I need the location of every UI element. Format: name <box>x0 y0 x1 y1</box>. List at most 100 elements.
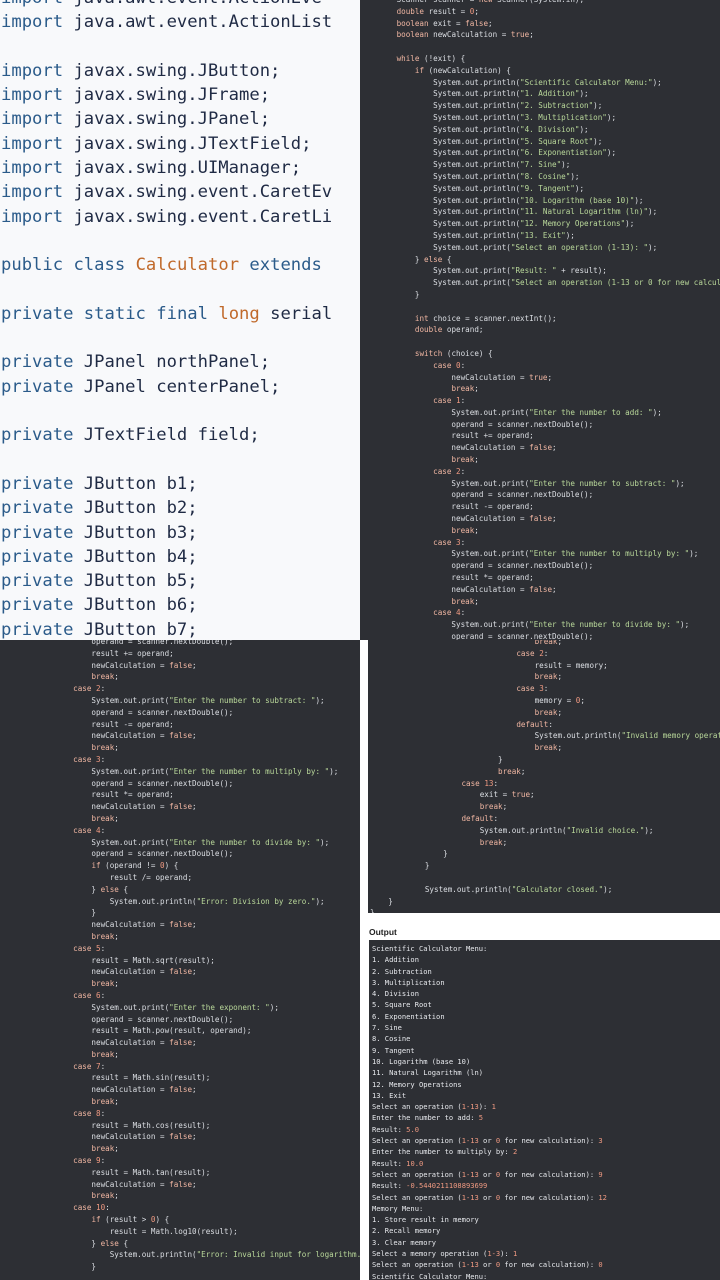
output-line: Result: 10.0 <box>372 1158 424 1168</box>
code-line: System.out.println("Calculator closed.")… <box>370 884 613 894</box>
code-line: } else { <box>0 884 129 894</box>
code-line: result /= operand; <box>0 872 193 882</box>
code-line: result *= operand; <box>360 573 534 583</box>
code-line: default: <box>516 719 553 729</box>
code-line: case 10: <box>73 1203 110 1213</box>
code-line: newCalculation = false; <box>0 920 197 930</box>
code-line: break; <box>91 979 119 989</box>
code-line: import javax.swing.JTextField; <box>1 133 312 154</box>
output-line: 7. Sine <box>372 1023 402 1033</box>
code-line: break; <box>91 1097 119 1107</box>
code-line: result = Math.sin(result); <box>0 1073 211 1083</box>
code-line: System.out.println("6. Exponentiation"); <box>360 148 617 158</box>
code-line: import javax.swing.JButton; <box>1 60 281 81</box>
code-line: System.out.println("Scientific Calculato… <box>360 77 662 87</box>
code-line: newCalculation = false; <box>0 1085 197 1095</box>
code-line: if (operand != 0) { <box>91 861 179 871</box>
code-block: break; case 2: result = memory; break; c… <box>368 640 720 913</box>
code-line: result -= operand; <box>360 502 534 512</box>
code-line: } <box>0 1262 97 1272</box>
code-line: System.out.print("Select an operation (1… <box>360 278 720 288</box>
code-line: result = memory; <box>370 660 608 670</box>
code-line: System.out.println("Invalid memory opera… <box>370 731 720 741</box>
code-line: newCalculation = false; <box>0 967 197 977</box>
code-line: double operand; <box>414 325 484 335</box>
code-line: break; <box>534 743 563 753</box>
code-line: private JButton b6; <box>1 595 198 616</box>
output-line: Select an operation (1-13 or 0 for new c… <box>372 1136 603 1146</box>
code-line: } <box>0 908 97 918</box>
code-line: result *= operand; <box>0 790 174 800</box>
code-line: operand = scanner.nextDouble(); <box>360 632 594 640</box>
output-line: 5. Square Root <box>372 1000 432 1010</box>
output-line: 10. Logarithm (base 10) <box>372 1056 471 1066</box>
code-line: System.out.println("5. Square Root"); <box>360 136 603 146</box>
code-line: } else { <box>0 1238 129 1248</box>
code-line: } else { <box>360 254 452 264</box>
code-line: System.out.print("Enter the number to ad… <box>360 407 662 417</box>
code-line: case 3: <box>433 537 466 547</box>
console-output-text: Scientific Calculator Menu: 1. Addition … <box>372 943 607 1280</box>
output-line: 2. Subtraction <box>372 966 432 976</box>
code-line: operand = scanner.nextDouble(); <box>360 561 594 571</box>
output-line: 8. Cosine <box>372 1034 411 1044</box>
code-line: System.out.println("Error: Invalid input… <box>0 1250 360 1260</box>
output-line: Select an operation (1-13): 1 <box>372 1102 496 1112</box>
code-line: System.out.print("Enter the exponent: ")… <box>0 1002 279 1012</box>
code-line: import javax.swing.JFrame; <box>1 85 271 106</box>
code-line: newCalculation = false; <box>0 1038 197 1048</box>
code-line: break; <box>91 813 119 823</box>
code-line: Scanner scanner = new Scanner(System.in)… <box>360 0 584 4</box>
code-line: operand = scanner.nextDouble(); <box>360 490 594 500</box>
code-line: System.out.print("Enter the number to su… <box>0 695 325 705</box>
code-line: case 0: <box>433 360 466 370</box>
output-line: Select an operation (1-13 or 0 for new c… <box>372 1260 603 1270</box>
output-line: 13. Exit <box>372 1090 407 1100</box>
code-line: private JTextField field; <box>1 425 260 446</box>
code-line: newCalculation = false; <box>0 1132 197 1142</box>
code-line: } <box>370 849 448 859</box>
output-line: Result: -0.5440211108893699 <box>372 1181 488 1191</box>
code-line: result = Math.log10(result); <box>0 1226 238 1236</box>
code-line: case 5: <box>73 943 106 953</box>
code-line: case 1: <box>433 396 466 406</box>
code-line: private JPanel centerPanel; <box>1 376 281 397</box>
code-line: result += operand; <box>360 431 534 441</box>
code-line: System.out.println("10. Logarithm (base … <box>360 195 644 205</box>
code-line: newCalculation = false; <box>0 802 197 812</box>
code-line: break; <box>91 672 119 682</box>
code-line: System.out.print("Enter the number to di… <box>0 837 330 847</box>
code-line: result = Math.pow(result, operand); <box>0 1026 252 1036</box>
code-line: case 9: <box>73 1156 106 1166</box>
code-line: result += operand; <box>0 648 174 658</box>
code-line: import javax.swing.event.CaretEv <box>1 182 333 203</box>
output-line: 4. Division <box>372 989 419 999</box>
code-line: boolean exit = false; <box>396 18 493 28</box>
output-line: Enter the number to multiply by: 2 <box>372 1147 518 1157</box>
code-line: System.out.println("Error: Division by z… <box>0 896 325 906</box>
code-line: break; <box>451 596 479 606</box>
code-line: newCalculation = false; <box>360 584 557 594</box>
code-line: break; <box>91 1191 119 1201</box>
code-line: newCalculation = true; <box>360 372 553 382</box>
output-line: Result: 5.0 <box>372 1124 419 1134</box>
code-line: if (result > 0) { <box>91 1215 170 1225</box>
code-panel-main-loop: Scanner scanner = new Scanner(System.in)… <box>360 0 720 640</box>
code-line: operand = scanner.nextDouble(); <box>0 849 234 859</box>
output-line: 2. Recall memory <box>372 1226 441 1236</box>
code-line: break; <box>534 707 563 717</box>
output-line: Select a memory operation (1-3): 1 <box>372 1249 518 1259</box>
code-line: System.out.println("1. Addition"); <box>360 89 589 99</box>
output-line: Scientific Calculator Menu: <box>372 944 488 953</box>
code-line: public class Calculator extends <box>1 255 322 276</box>
console-output: Scientific Calculator Menu: 1. Addition … <box>369 940 720 1280</box>
code-line: break; <box>451 384 479 394</box>
code-line: } <box>370 861 430 871</box>
code-line: System.out.println("8. Cosine"); <box>360 171 580 181</box>
code-line: newCalculation = false; <box>0 1179 197 1189</box>
code-line: operand = scanner.nextDouble(); <box>0 707 234 717</box>
output-heading: Output <box>369 927 397 937</box>
code-line: operand = scanner.nextDouble(); <box>0 778 234 788</box>
code-line: case 3: <box>73 754 106 764</box>
output-line: Scientific Calculator Menu: <box>372 1271 488 1280</box>
